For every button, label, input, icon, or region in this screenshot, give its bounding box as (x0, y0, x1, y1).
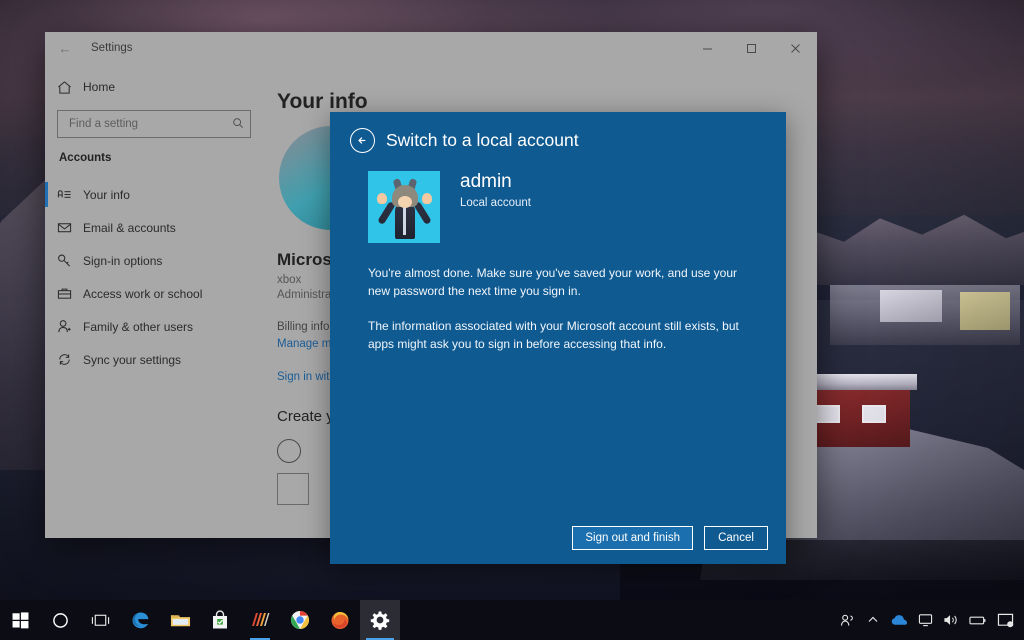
dialog-account-type: Local account (460, 197, 531, 209)
system-tray (834, 600, 1024, 640)
dialog-paragraph-1: You're almost done. Make sure you've sav… (330, 265, 786, 300)
avatar-face (398, 196, 412, 208)
dialog-actions: Sign out and finish Cancel (572, 526, 768, 550)
switch-to-local-account-dialog: Switch to a local account admin (330, 112, 786, 564)
back-arrow-icon[interactable]: ← (45, 32, 85, 64)
sidebar-group-title: Accounts (45, 152, 263, 174)
avatar-zipper (403, 207, 406, 235)
sidebar-item-label: Email & accounts (83, 221, 176, 235)
firefox-button[interactable] (320, 600, 360, 640)
sidebar-item-label: Access work or school (83, 287, 202, 301)
battery-icon[interactable] (964, 600, 990, 640)
settings-sidebar: Home Accounts (45, 64, 263, 538)
edge-button[interactable] (120, 600, 160, 640)
window-controls (685, 32, 817, 64)
window-title: Settings (91, 42, 133, 54)
window-title-bar: ← Settings (45, 32, 817, 64)
sidebar-item-label: Sign-in options (83, 254, 162, 268)
close-icon[interactable] (773, 32, 817, 64)
dialog-user-block: admin Local account (330, 153, 786, 243)
start-button[interactable] (0, 600, 40, 640)
dialog-paragraph-2: The information associated with your Mic… (330, 318, 786, 353)
monitor-icon[interactable] (912, 600, 938, 640)
speaker-icon[interactable] (938, 600, 964, 640)
user-avatar-image (368, 171, 440, 243)
cloud-icon[interactable] (886, 600, 912, 640)
circle-back-arrow-icon[interactable] (350, 128, 375, 153)
dialog-user-text: admin Local account (460, 171, 531, 243)
page-title: Your info (277, 90, 817, 114)
maximize-icon[interactable] (729, 32, 773, 64)
action-center-icon[interactable] (990, 600, 1020, 640)
search-icon (232, 117, 244, 132)
cancel-button[interactable]: Cancel (704, 526, 768, 550)
taskbar-items (0, 600, 400, 640)
task-view-button[interactable] (80, 600, 120, 640)
microsoft-store-button[interactable] (200, 600, 240, 640)
sidebar-item-sync-your-settings[interactable]: Sync your settings (45, 343, 263, 376)
minimize-icon[interactable] (685, 32, 729, 64)
avatar-hand-left (377, 193, 387, 204)
home-icon (57, 80, 83, 95)
dialog-header: Switch to a local account (330, 112, 786, 153)
avatar-hand-right (422, 193, 432, 204)
sidebar-item-your-info[interactable]: Your info (45, 178, 263, 211)
sidebar-item-label: Family & other users (83, 320, 193, 334)
file-explorer-button[interactable] (160, 600, 200, 640)
desktop-screen: ← Settings (0, 0, 1024, 640)
sync-icon (57, 352, 83, 367)
cortana-button[interactable] (40, 600, 80, 640)
sidebar-item-sign-in-options[interactable]: Sign-in options (45, 244, 263, 277)
sidebar-item-label: Sync your settings (83, 353, 181, 367)
dialog-username: admin (460, 171, 531, 193)
sidebar-item-home[interactable]: Home (45, 70, 263, 104)
camera-icon[interactable] (277, 439, 301, 463)
people-icon[interactable] (834, 600, 860, 640)
dialog-title: Switch to a local account (386, 130, 579, 151)
sidebar-item-family-other-users[interactable]: Family & other users (45, 310, 263, 343)
sign-out-and-finish-button[interactable]: Sign out and finish (572, 526, 693, 550)
chrome-button[interactable] (280, 600, 320, 640)
sidebar-search (45, 110, 263, 138)
sidebar-item-label: Your info (83, 188, 130, 202)
chevron-up-icon[interactable] (860, 600, 886, 640)
key-icon (57, 253, 83, 268)
briefcase-icon (57, 286, 83, 301)
sidebar-item-label: Home (83, 80, 115, 94)
sidebar-item-email-accounts[interactable]: Email & accounts (45, 211, 263, 244)
settings-window: ← Settings (45, 32, 817, 538)
taskbar (0, 600, 1024, 640)
striped-app-button[interactable] (240, 600, 280, 640)
envelope-icon (57, 220, 83, 235)
sidebar-item-access-work-or-school[interactable]: Access work or school (45, 277, 263, 310)
browse-folder-icon[interactable] (277, 473, 309, 505)
id-card-icon (57, 187, 83, 202)
sidebar-nav-list: Your info Email & accounts (45, 178, 263, 376)
person-add-icon (57, 319, 83, 334)
search-input[interactable] (67, 117, 232, 131)
settings-button[interactable] (360, 600, 400, 640)
search-box[interactable] (57, 110, 251, 138)
